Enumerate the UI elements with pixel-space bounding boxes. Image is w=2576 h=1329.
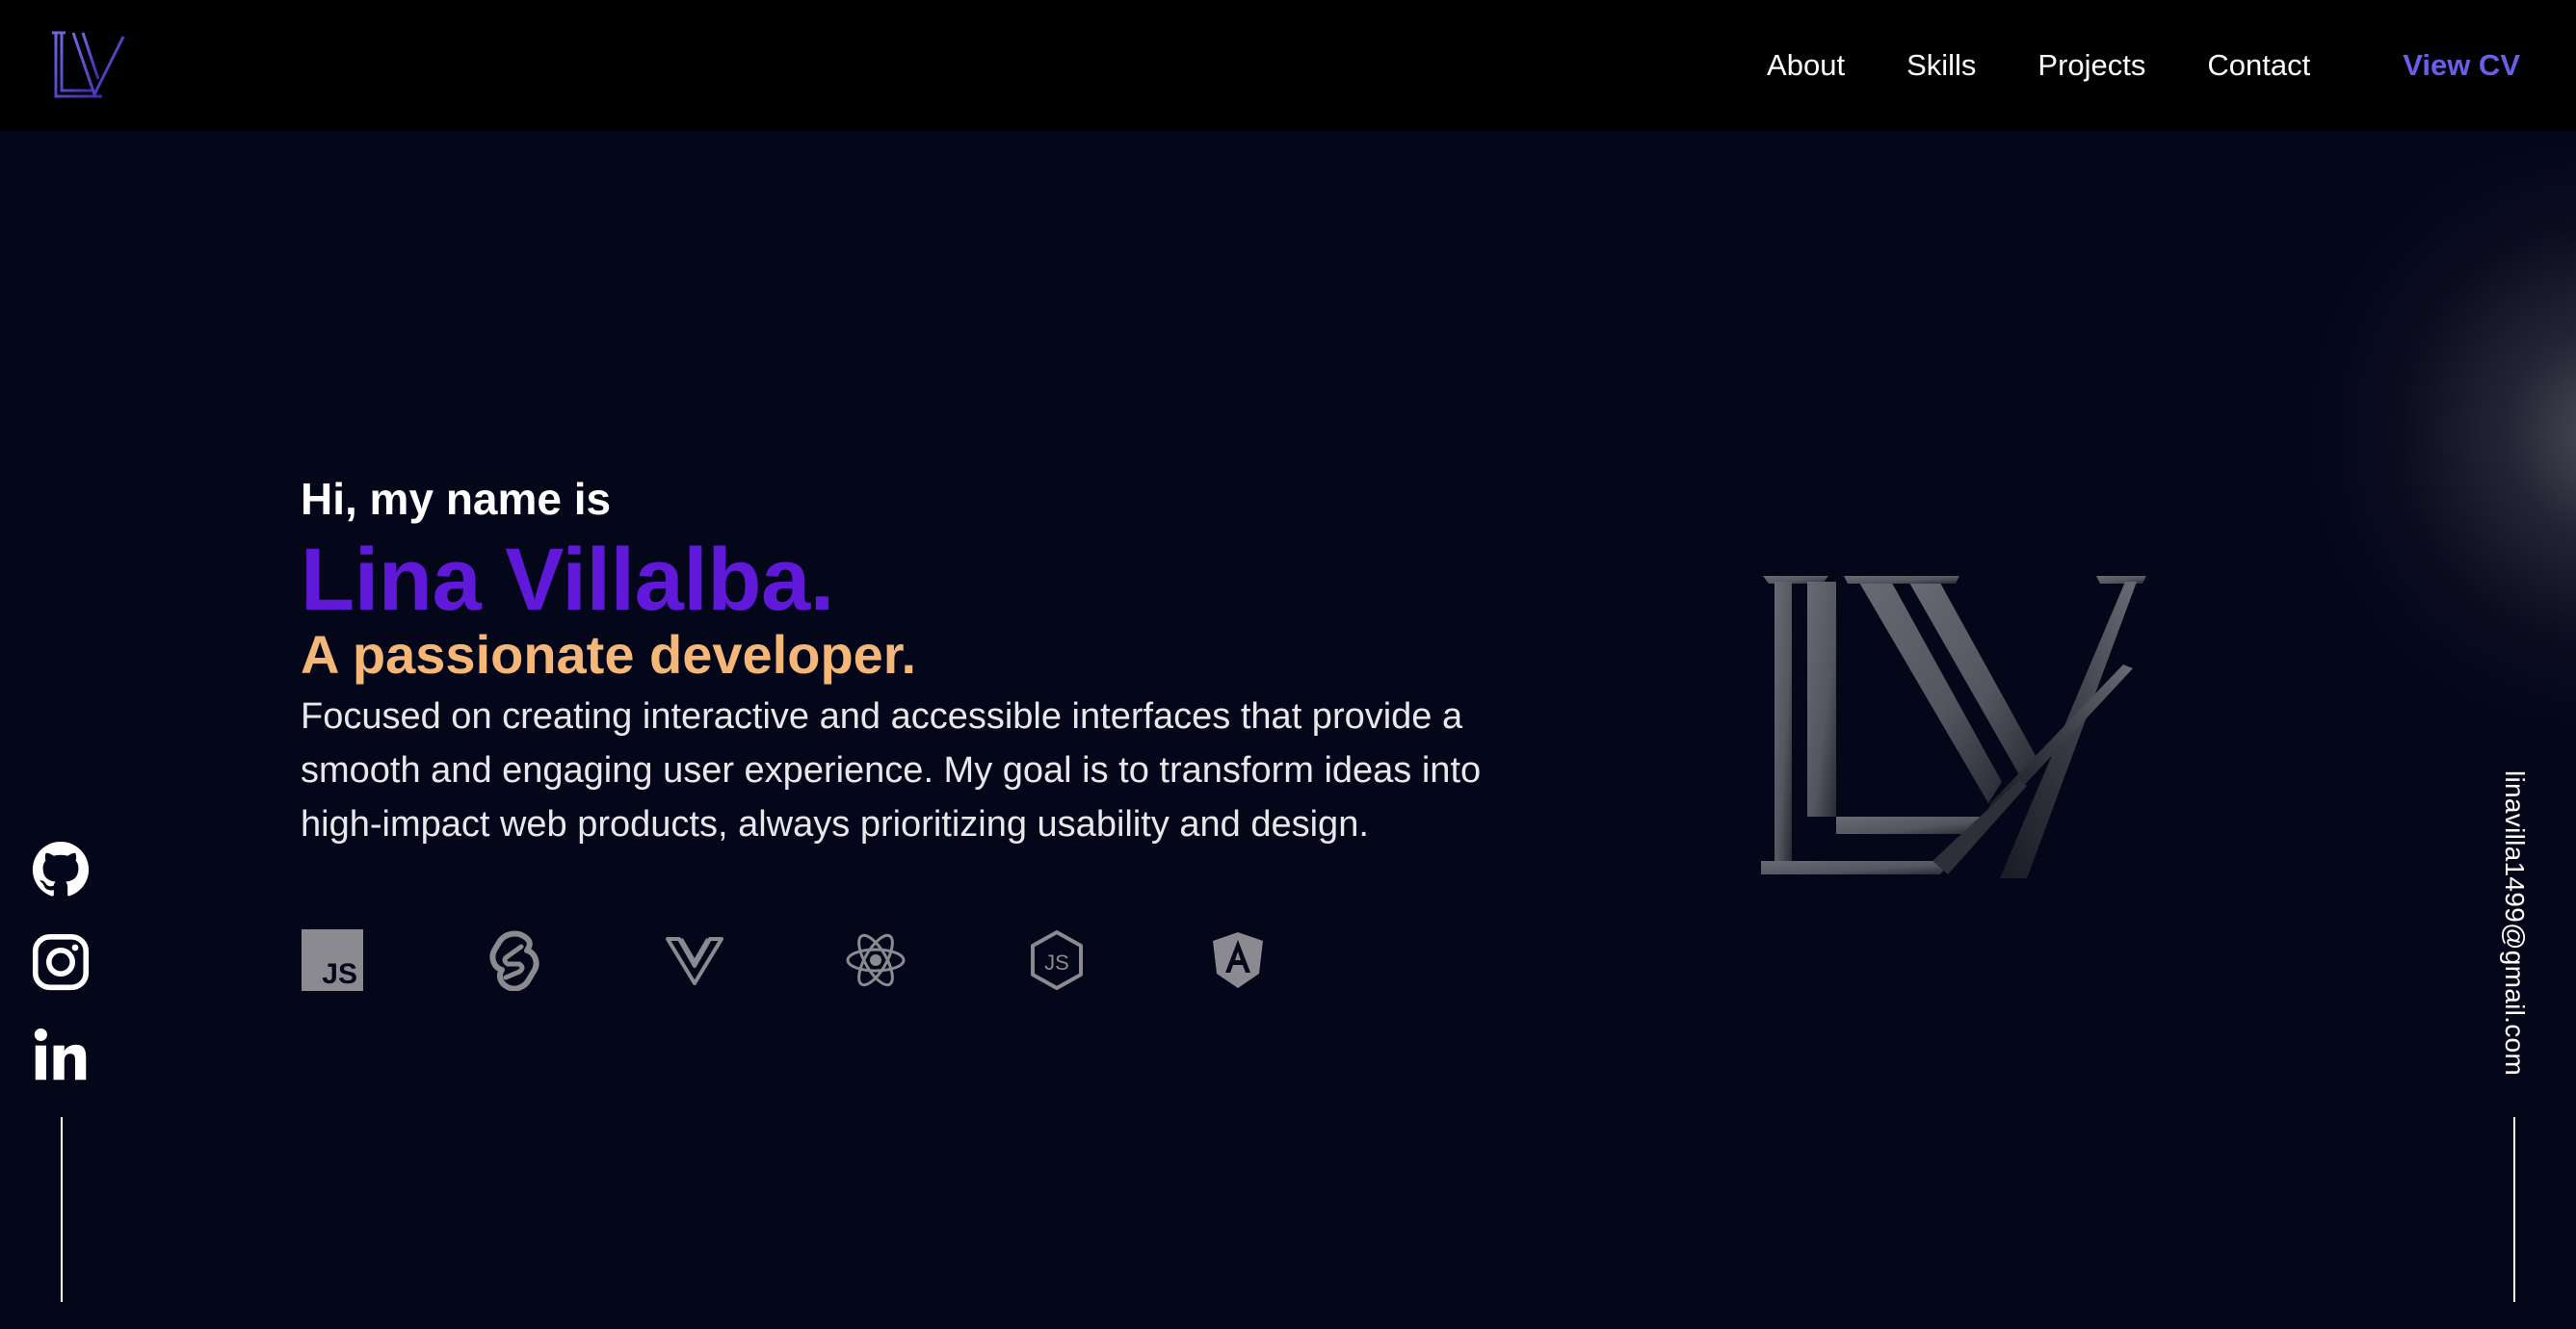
logo-link[interactable] bbox=[46, 29, 133, 102]
instagram-icon[interactable] bbox=[29, 930, 92, 994]
lv-logo-icon bbox=[52, 31, 129, 98]
nodejs-icon: JS bbox=[1025, 928, 1089, 992]
page: About Skills Projects Contact View CV Hi… bbox=[0, 0, 2576, 1329]
hero-tagline: A passionate developer. bbox=[301, 624, 917, 685]
svg-text:JS: JS bbox=[322, 958, 357, 990]
social-links bbox=[29, 838, 92, 1115]
email-link[interactable]: linavilla1499@gmail.com bbox=[2499, 770, 2530, 1076]
main-nav: About Skills Projects Contact View CV bbox=[1767, 48, 2520, 83]
email-container: linavilla1499@gmail.com bbox=[2485, 770, 2543, 1076]
nav-contact[interactable]: Contact bbox=[2207, 48, 2310, 83]
hero-section: Hi, my name is Lina Villalba. A passiona… bbox=[301, 470, 1591, 851]
vue-icon bbox=[663, 928, 726, 992]
left-divider-line bbox=[61, 1117, 63, 1302]
lv-large-logo-icon bbox=[1761, 576, 2146, 878]
hero-greeting: Hi, my name is bbox=[301, 474, 612, 524]
nav-projects[interactable]: Projects bbox=[2037, 48, 2145, 83]
nav-skills[interactable]: Skills bbox=[1906, 48, 1976, 83]
linkedin-icon[interactable] bbox=[29, 1023, 92, 1086]
hero-description: Focused on creating interactive and acce… bbox=[301, 696, 1482, 845]
svg-text:JS: JS bbox=[1044, 951, 1069, 975]
angular-icon bbox=[1206, 928, 1270, 992]
tech-icons-row: JS JS bbox=[301, 928, 1387, 992]
site-header: About Skills Projects Contact View CV bbox=[0, 0, 2576, 131]
github-icon[interactable] bbox=[29, 838, 92, 901]
react-icon bbox=[844, 928, 907, 992]
javascript-icon: JS bbox=[301, 928, 364, 992]
hero-name: Lina Villalba. bbox=[301, 531, 834, 629]
nav-about[interactable]: About bbox=[1767, 48, 1845, 83]
background-glow bbox=[2293, 144, 2576, 722]
right-divider-line bbox=[2513, 1117, 2515, 1302]
view-cv-link[interactable]: View CV bbox=[2403, 48, 2520, 83]
svelte-icon bbox=[482, 928, 545, 992]
